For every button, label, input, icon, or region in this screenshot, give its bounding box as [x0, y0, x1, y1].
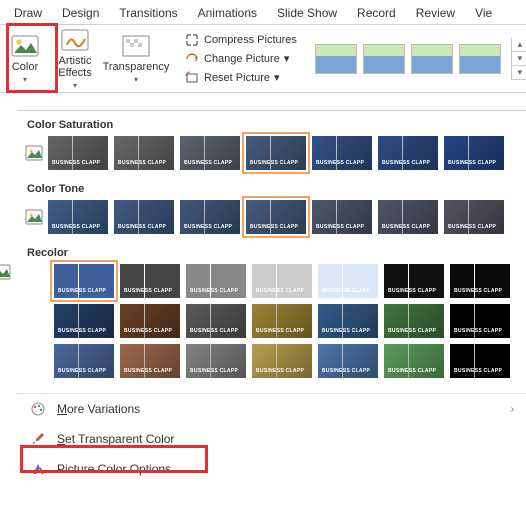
picture-styles-gallery[interactable]: ▴▾▾ [309, 25, 526, 92]
color-thumb[interactable] [251, 303, 313, 339]
palette-icon [29, 400, 47, 418]
color-thumb[interactable] [383, 343, 445, 379]
set-transparent-label: Set Transparent Color [57, 432, 174, 446]
chevron-down-icon: ▾ [134, 75, 138, 84]
color-thumb[interactable] [377, 135, 439, 171]
color-thumb[interactable] [185, 303, 247, 339]
format-icon [29, 460, 47, 478]
color-thumb[interactable] [251, 343, 313, 379]
transparency-button[interactable]: Transparency ▾ [100, 25, 172, 92]
color-thumb[interactable] [449, 343, 511, 379]
saturation-row [17, 135, 526, 181]
compress-label: Compress Pictures [204, 34, 297, 46]
style-thumb[interactable] [363, 44, 405, 74]
color-thumb[interactable] [113, 135, 175, 171]
color-thumb[interactable] [119, 303, 181, 339]
reset-picture-button[interactable]: Reset Picture ▾ [182, 69, 299, 87]
tab-view[interactable]: Vie [465, 2, 502, 24]
color-thumb[interactable] [185, 263, 247, 299]
color-thumb[interactable] [53, 263, 115, 299]
transparency-label: Transparency [103, 61, 170, 73]
artistic-label: ArtisticEffects [58, 55, 91, 79]
tone-header: Color Tone [17, 181, 526, 199]
artistic-effects-button[interactable]: ArtisticEffects ▾ [50, 25, 100, 92]
color-thumb[interactable] [251, 263, 313, 299]
picture-toolbar: Color ▾ ArtisticEffects ▾ Transparency ▾… [0, 25, 526, 93]
style-thumb[interactable] [459, 44, 501, 74]
color-thumb[interactable] [383, 303, 445, 339]
gallery-scroll[interactable]: ▴▾▾ [511, 38, 526, 80]
tab-draw[interactable]: Draw [4, 2, 52, 24]
picture-icon [0, 263, 11, 281]
color-thumb[interactable] [449, 303, 511, 339]
color-dropdown: Color Saturation Color Tone Recolor More… [17, 110, 526, 506]
color-thumb[interactable] [53, 343, 115, 379]
reset-icon [184, 70, 200, 86]
tab-design[interactable]: Design [52, 2, 109, 24]
color-thumb[interactable] [245, 135, 307, 171]
picture-icon [10, 33, 40, 59]
chevron-down-icon: ▾ [284, 52, 290, 65]
style-thumb[interactable] [315, 44, 357, 74]
change-icon [184, 51, 200, 67]
compress-icon [184, 32, 200, 48]
color-thumb[interactable] [443, 135, 505, 171]
chevron-right-icon: › [511, 404, 514, 415]
color-thumb[interactable] [317, 303, 379, 339]
artistic-icon [60, 27, 90, 53]
reset-label: Reset Picture [204, 72, 270, 84]
color-thumb[interactable] [449, 263, 511, 299]
color-thumb[interactable] [311, 135, 373, 171]
color-thumb[interactable] [119, 263, 181, 299]
chevron-down-icon: ▾ [23, 75, 27, 84]
picture-icon [25, 144, 43, 162]
color-thumb[interactable] [119, 343, 181, 379]
color-thumb[interactable] [113, 199, 175, 235]
saturation-header: Color Saturation [17, 117, 526, 135]
color-thumb[interactable] [53, 303, 115, 339]
eyedropper-icon [29, 430, 47, 448]
tone-row [17, 199, 526, 245]
change-picture-button[interactable]: Change Picture ▾ [182, 50, 299, 68]
picture-color-options-label: Picture Color Options... [57, 462, 181, 476]
color-thumb[interactable] [317, 263, 379, 299]
ribbon-tabs: Draw Design Transitions Animations Slide… [0, 0, 526, 25]
color-thumb[interactable] [179, 199, 241, 235]
color-button[interactable]: Color ▾ [0, 25, 50, 92]
chevron-down-icon: ▾ [73, 81, 77, 90]
color-menu-list: More Variations › Set Transparent Color … [17, 393, 526, 484]
color-thumb[interactable] [443, 199, 505, 235]
color-thumb[interactable] [377, 199, 439, 235]
color-thumb[interactable] [245, 199, 307, 235]
color-thumb[interactable] [317, 343, 379, 379]
tab-slideshow[interactable]: Slide Show [267, 2, 347, 24]
compress-pictures-button[interactable]: Compress Pictures [182, 31, 299, 49]
tab-record[interactable]: Record [347, 2, 406, 24]
set-transparent-color-item[interactable]: Set Transparent Color [17, 424, 526, 454]
more-variations-label: More Variations [57, 402, 140, 416]
color-thumb[interactable] [383, 263, 445, 299]
color-thumb[interactable] [47, 199, 109, 235]
more-variations-item[interactable]: More Variations › [17, 394, 526, 424]
tab-animations[interactable]: Animations [188, 2, 267, 24]
color-thumb[interactable] [311, 199, 373, 235]
picture-color-options-item[interactable]: Picture Color Options... [17, 454, 526, 484]
recolor-grid [45, 263, 526, 389]
transparency-icon [121, 33, 151, 59]
chevron-down-icon: ▾ [274, 71, 280, 84]
tab-transitions[interactable]: Transitions [109, 2, 187, 24]
recolor-header: Recolor [17, 245, 526, 263]
change-label: Change Picture [204, 53, 280, 65]
tab-review[interactable]: Review [406, 2, 465, 24]
picture-icon [25, 208, 43, 226]
style-thumb[interactable] [411, 44, 453, 74]
color-thumb[interactable] [185, 343, 247, 379]
color-thumb[interactable] [47, 135, 109, 171]
color-thumb[interactable] [179, 135, 241, 171]
color-label: Color [12, 61, 38, 73]
